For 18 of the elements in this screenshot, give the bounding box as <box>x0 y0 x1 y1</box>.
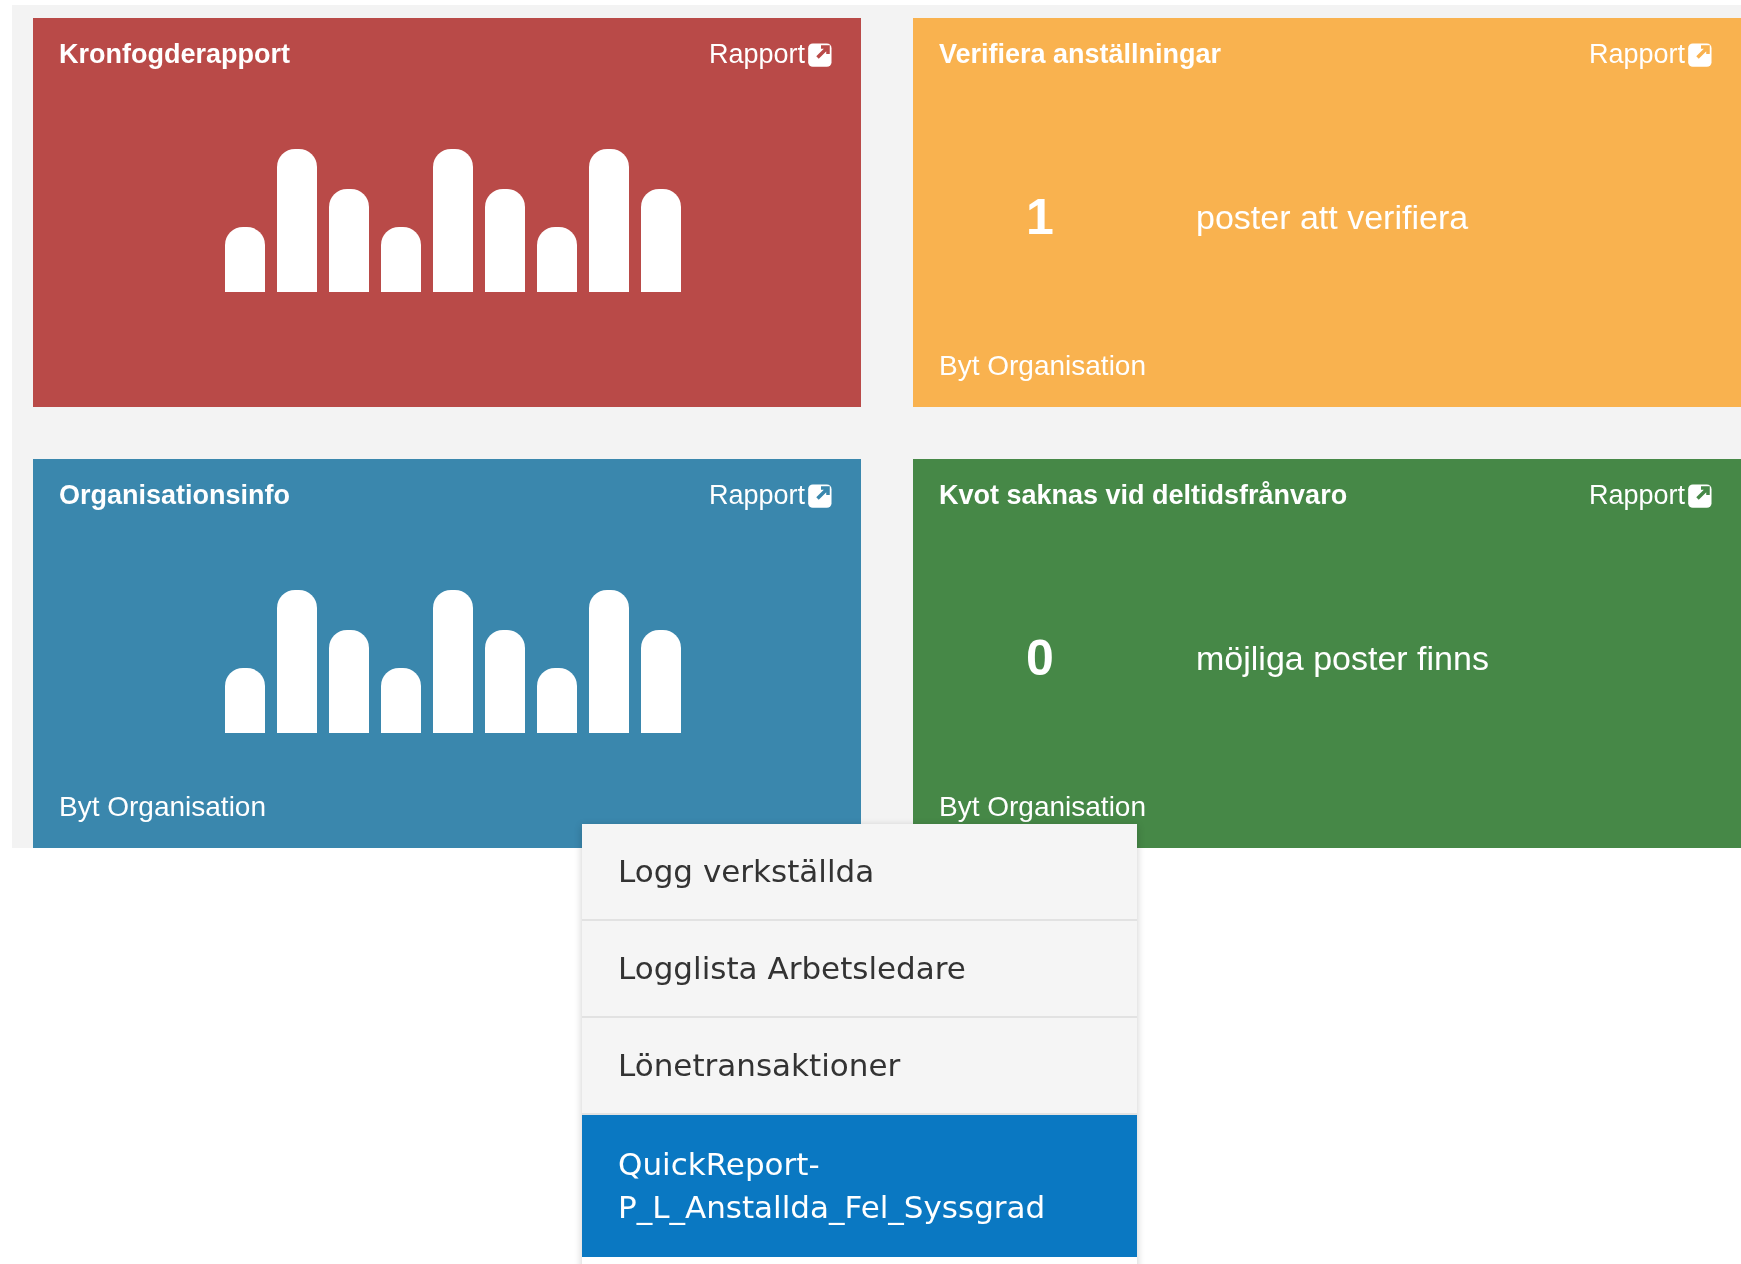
report-link[interactable]: Rapport <box>708 34 835 75</box>
bar-chart-icon <box>225 148 681 292</box>
count-caption: möjliga poster finns <box>1196 638 1489 679</box>
bar-chart-icon <box>225 589 681 733</box>
count-caption: poster att verifiera <box>1196 197 1469 238</box>
menu-item[interactable]: Logglista Arbetsledare <box>582 921 1137 1018</box>
report-link[interactable]: Rapport <box>1588 475 1715 516</box>
report-link[interactable]: Rapport <box>708 475 835 516</box>
menu-item[interactable]: Lönetransaktioner <box>582 1018 1137 1115</box>
count-value: 1 <box>1026 188 1055 247</box>
menu-item[interactable]: Logg verkställda <box>582 824 1137 921</box>
count-value: 0 <box>1026 629 1055 688</box>
change-org-link[interactable]: Byt Organisation <box>59 786 266 828</box>
card-title: Organisationsinfo <box>59 479 291 512</box>
card-title: Kronfogderapport <box>59 38 290 71</box>
card-title: Verifiera anställningar <box>939 38 1222 71</box>
menu-item[interactable]: QuickReport- P_L_Anstallda_Fel_Syssgrad <box>582 1115 1137 1257</box>
card-title: Kvot saknas vid deltidsfrånvaro <box>939 479 1348 512</box>
